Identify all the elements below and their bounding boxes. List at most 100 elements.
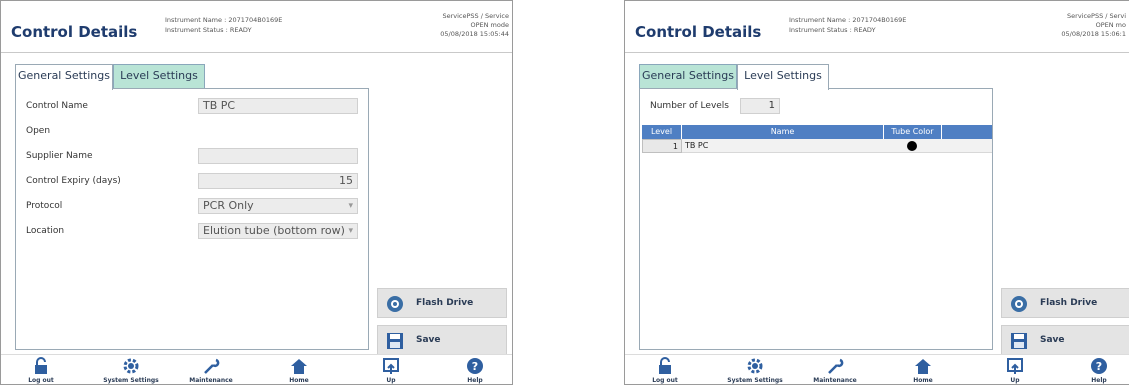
datetime: 05/08/2018 15:05:44 <box>440 30 509 38</box>
instrument-info: Instrument Name : 2071704B0169E Instrume… <box>789 15 906 35</box>
tab-level-settings[interactable]: Level Settings <box>737 64 829 90</box>
page-title: Control Details <box>11 23 138 41</box>
mode: OPEN mo <box>1095 21 1126 29</box>
home-button[interactable]: Home <box>269 355 329 384</box>
control-name-label: Control Name <box>26 101 88 111</box>
location-label: Location <box>26 226 65 236</box>
wrench-icon <box>204 358 220 374</box>
tab-level-settings[interactable]: Level Settings <box>113 64 205 88</box>
home-icon <box>915 359 931 374</box>
table-row[interactable]: 1 TB PC <box>642 139 992 153</box>
header: Control Details Instrument Name : 207170… <box>1 1 512 53</box>
disc-icon <box>387 296 403 312</box>
cell-tube-color[interactable] <box>884 139 942 153</box>
page-title: Control Details <box>635 23 762 41</box>
svg-text:?: ? <box>472 360 478 373</box>
lock-icon <box>659 357 671 374</box>
column-level: Level <box>642 125 682 139</box>
control-expiry-field[interactable]: 15 <box>198 173 358 189</box>
tube-color-dot-icon <box>907 141 917 151</box>
control-expiry-label: Control Expiry (days) <box>26 176 121 186</box>
user-info: ServicePSS / Service OPEN mode 05/08/201… <box>440 12 509 39</box>
instrument-name: Instrument Name : 2071704B0169E <box>165 16 283 24</box>
help-button[interactable]: ? Help <box>445 355 505 384</box>
system-settings-label: System Settings <box>103 377 159 384</box>
instrument-status: Instrument Status : READY <box>165 26 252 34</box>
save-label: Save <box>1040 335 1065 345</box>
tab-general-settings[interactable]: General Settings <box>15 64 113 90</box>
logout-button[interactable]: Log out <box>11 355 71 384</box>
save-label: Save <box>416 335 441 345</box>
supplier-name-field[interactable] <box>198 148 358 164</box>
user-info: ServicePSS / Servi OPEN mo 05/08/2018 15… <box>1061 12 1126 39</box>
maintenance-button[interactable]: Maintenance <box>181 355 241 384</box>
cell-name[interactable]: TB PC <box>682 139 884 153</box>
datetime: 05/08/2018 15:06:1 <box>1061 30 1126 38</box>
system-settings-button[interactable]: System Settings <box>101 355 161 384</box>
general-settings-content: Control Name TB PC Open Supplier Name Co… <box>15 88 369 350</box>
user-name: ServicePSS / Service <box>442 12 509 20</box>
flash-drive-button[interactable]: Flash Drive <box>1001 288 1129 318</box>
tab-general-settings[interactable]: General Settings <box>639 64 737 88</box>
header: Control Details Instrument Name : 207170… <box>625 1 1129 53</box>
user-name: ServicePSS / Servi <box>1067 12 1126 20</box>
up-button[interactable]: Up <box>985 355 1045 384</box>
help-icon: ? <box>1091 358 1107 374</box>
up-button[interactable]: Up <box>361 355 421 384</box>
help-icon: ? <box>467 358 483 374</box>
system-settings-button[interactable]: System Settings <box>725 355 785 384</box>
number-of-levels-label: Number of Levels <box>650 101 729 111</box>
home-label: Home <box>913 377 933 384</box>
column-name: Name <box>682 125 884 139</box>
levels-table: Level Name Tube Color 1 TB PC <box>642 125 992 153</box>
lock-icon <box>35 357 47 374</box>
cell-level[interactable]: 1 <box>642 139 682 153</box>
help-button[interactable]: ? Help <box>1069 355 1129 384</box>
floppy-icon <box>1011 333 1027 349</box>
protocol-select[interactable]: PCR Only <box>198 198 358 214</box>
maintenance-button[interactable]: Maintenance <box>805 355 865 384</box>
system-settings-label: System Settings <box>727 377 783 384</box>
up-label: Up <box>1010 377 1020 384</box>
flash-drive-label: Flash Drive <box>416 298 474 308</box>
table-header: Level Name Tube Color <box>642 125 992 139</box>
up-arrow-icon <box>1007 358 1023 374</box>
location-select[interactable]: Elution tube (bottom row) <box>198 223 358 239</box>
help-label: Help <box>467 377 483 384</box>
disc-icon <box>1011 296 1027 312</box>
instrument-info: Instrument Name : 2071704B0169E Instrume… <box>165 15 282 35</box>
control-details-general-screen: Control Details Instrument Name : 207170… <box>0 0 513 385</box>
save-button[interactable]: Save <box>1001 325 1129 355</box>
help-label: Help <box>1091 377 1107 384</box>
protocol-label: Protocol <box>26 201 63 211</box>
supplier-name-label: Supplier Name <box>26 151 93 161</box>
bottom-toolbar: Log out System Settings Maintenance Home… <box>625 354 1129 384</box>
save-button[interactable]: Save <box>377 325 507 355</box>
gear-icon <box>123 358 139 374</box>
open-label: Open <box>26 126 51 136</box>
logout-button[interactable]: Log out <box>635 355 695 384</box>
wrench-icon <box>828 358 844 374</box>
up-arrow-icon <box>383 358 399 374</box>
home-icon <box>291 359 307 374</box>
maintenance-label: Maintenance <box>189 377 233 384</box>
control-details-level-screen: Control Details Instrument Name : 207170… <box>624 0 1129 385</box>
floppy-icon <box>387 333 403 349</box>
home-button[interactable]: Home <box>893 355 953 384</box>
bottom-toolbar: Log out System Settings Maintenance Home… <box>1 354 512 384</box>
flash-drive-button[interactable]: Flash Drive <box>377 288 507 318</box>
flash-drive-label: Flash Drive <box>1040 298 1098 308</box>
instrument-status: Instrument Status : READY <box>789 26 876 34</box>
number-of-levels-field[interactable]: 1 <box>740 98 780 114</box>
level-settings-content: Number of Levels 1 Level Name Tube Color… <box>639 88 993 350</box>
maintenance-label: Maintenance <box>813 377 857 384</box>
home-label: Home <box>289 377 309 384</box>
svg-text:?: ? <box>1096 360 1102 373</box>
logout-label: Log out <box>652 377 678 384</box>
control-name-field[interactable]: TB PC <box>198 98 358 114</box>
mode: OPEN mode <box>470 21 509 29</box>
gear-icon <box>747 358 763 374</box>
up-label: Up <box>386 377 396 384</box>
instrument-name: Instrument Name : 2071704B0169E <box>789 16 907 24</box>
logout-label: Log out <box>28 377 54 384</box>
